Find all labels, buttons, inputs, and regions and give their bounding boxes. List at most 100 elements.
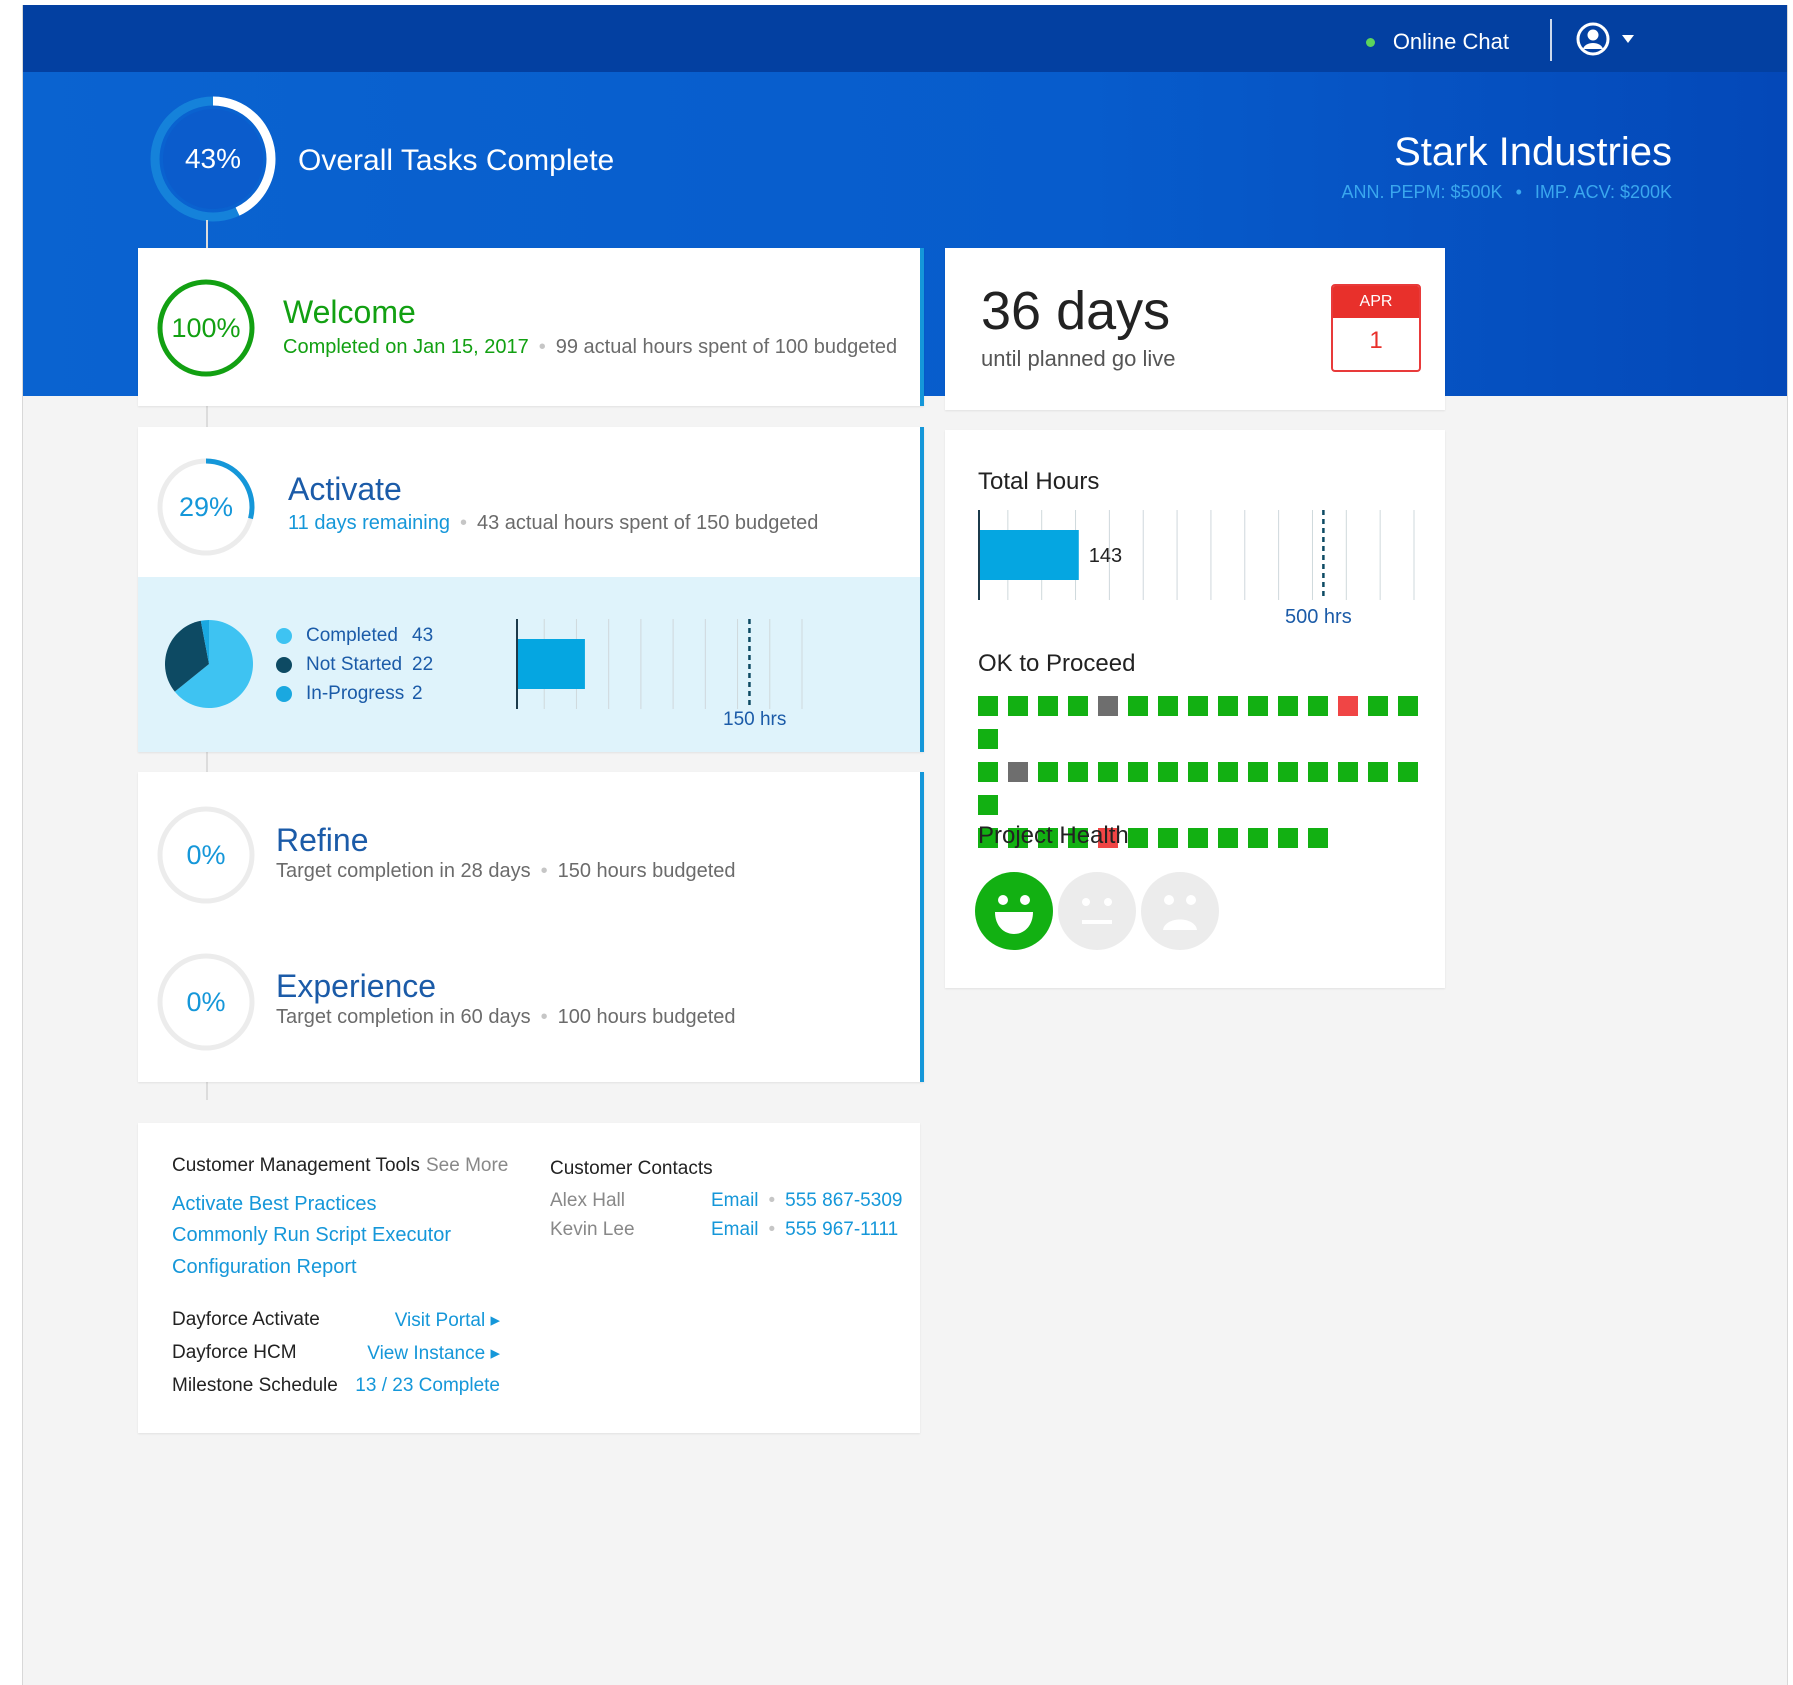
activate-title: Activate xyxy=(288,471,402,507)
tool-link-script-executor[interactable]: Commonly Run Script Executor xyxy=(172,1224,451,1247)
contact-phone-link[interactable]: 555 867-5309 xyxy=(785,1190,902,1211)
proceed-status-square[interactable] xyxy=(1218,762,1238,782)
legend-value: 22 xyxy=(412,653,434,675)
contact-actions: Email • 555 867-5309 xyxy=(711,1190,902,1212)
proceed-status-square[interactable] xyxy=(1338,762,1358,782)
proceed-status-square[interactable] xyxy=(1188,696,1208,716)
activate-breakdown-panel: Completed 43 Not Started 22 In-Progress … xyxy=(138,577,920,752)
proceed-status-square[interactable] xyxy=(1368,696,1388,716)
proceed-status-square[interactable] xyxy=(1338,696,1358,716)
project-health-title: Project Health xyxy=(978,822,1129,849)
sad-face-icon[interactable] xyxy=(1141,872,1219,950)
go-live-calendar-icon: APR 1 xyxy=(1331,284,1421,372)
company-meta-separator: • xyxy=(1515,182,1522,202)
proceed-status-square[interactable] xyxy=(1128,696,1148,716)
milestone-progress-link[interactable]: 13 / 23 Complete xyxy=(355,1375,500,1397)
proceed-status-square[interactable] xyxy=(1308,828,1328,848)
refine-percent: 0% xyxy=(186,839,226,870)
legend-value: 2 xyxy=(412,682,423,704)
overall-progress-ring: 43% xyxy=(148,94,278,224)
total-hours-budget-label: 500 hrs xyxy=(1285,606,1352,628)
proceed-status-square[interactable] xyxy=(1368,762,1388,782)
contacts-title: Customer Contacts xyxy=(550,1158,713,1179)
experience-title[interactable]: Experience xyxy=(276,968,436,1005)
proceed-status-square[interactable] xyxy=(1158,696,1178,716)
row-label-milestone-schedule: Milestone Schedule xyxy=(172,1375,338,1396)
proceed-status-square[interactable] xyxy=(1218,696,1238,716)
proceed-status-square[interactable] xyxy=(1398,696,1418,716)
tools-title: Customer Management Tools xyxy=(172,1155,420,1176)
proceed-status-square[interactable] xyxy=(1128,762,1148,782)
visit-portal-link[interactable]: Visit Portal ▸ xyxy=(395,1309,500,1332)
proceed-row xyxy=(978,696,1428,762)
proceed-status-square[interactable] xyxy=(1248,696,1268,716)
happy-face-icon[interactable] xyxy=(975,872,1053,950)
user-menu[interactable] xyxy=(1575,21,1635,57)
legend-swatch xyxy=(276,627,292,644)
user-avatar-icon xyxy=(1576,22,1610,56)
proceed-status-square[interactable] xyxy=(1038,762,1058,782)
proceed-status-square[interactable] xyxy=(1278,828,1298,848)
legend-swatch xyxy=(276,656,292,673)
overall-label: Overall Tasks Complete xyxy=(298,144,615,177)
proceed-status-square[interactable] xyxy=(1098,762,1118,782)
see-more-link[interactable]: See More xyxy=(426,1155,508,1177)
proceed-status-square[interactable] xyxy=(1278,762,1298,782)
experience-status: Target completion in 60 days xyxy=(276,1006,531,1028)
proceed-status-square[interactable] xyxy=(978,696,998,716)
proceed-status-square[interactable] xyxy=(978,762,998,782)
proceed-status-square[interactable] xyxy=(1068,696,1088,716)
proceed-status-square[interactable] xyxy=(1128,828,1148,848)
proceed-status-square[interactable] xyxy=(1068,762,1088,782)
proceed-status-square[interactable] xyxy=(978,729,998,749)
activate-status: 11 days remaining xyxy=(288,512,450,534)
contact-separator: • xyxy=(768,1219,776,1240)
contact-email-link[interactable]: Email xyxy=(711,1219,759,1240)
proceed-status-square[interactable] xyxy=(1248,762,1268,782)
proceed-status-square[interactable] xyxy=(1038,696,1058,716)
online-chat-button[interactable]: Online Chat xyxy=(1365,29,1509,55)
topbar-divider xyxy=(1550,19,1552,61)
proceed-status-square[interactable] xyxy=(1158,762,1178,782)
proceed-status-square[interactable] xyxy=(1008,696,1028,716)
proceed-status-square[interactable] xyxy=(1308,696,1328,716)
activate-percent: 29% xyxy=(178,491,234,522)
project-stats-card: Total Hours 143 500 hrs OK to Proceed Pr… xyxy=(945,430,1445,988)
legend-label: In-Progress xyxy=(306,682,405,704)
company-meta: ANN. PEPM: $500K • IMP. ACV: $200K xyxy=(1341,182,1672,203)
proceed-status-square[interactable] xyxy=(1248,828,1268,848)
online-chat-label: Online Chat xyxy=(1392,29,1509,54)
proceed-status-square[interactable] xyxy=(1098,696,1118,716)
neutral-face-icon[interactable] xyxy=(1058,872,1136,950)
refine-title[interactable]: Refine xyxy=(276,822,369,859)
proceed-status-square[interactable] xyxy=(978,795,998,815)
stage-card-activate[interactable]: 29% Activate 11 days remaining • 43 actual… xyxy=(138,427,924,752)
proceed-status-square[interactable] xyxy=(1188,828,1208,848)
hours-value-label: 143 xyxy=(1089,545,1122,567)
proceed-status-square[interactable] xyxy=(1308,762,1328,782)
contact-separator: • xyxy=(768,1190,776,1211)
go-live-subtitle: until planned go live xyxy=(981,346,1176,371)
activate-budget-label: 150 hrs xyxy=(723,709,787,730)
proceed-status-square[interactable] xyxy=(1278,696,1298,716)
refine-status: Target completion in 28 days xyxy=(276,860,531,882)
proceed-status-square[interactable] xyxy=(1158,828,1178,848)
contact-email-link[interactable]: Email xyxy=(711,1190,759,1211)
calendar-month: APR xyxy=(1333,286,1419,318)
chevron-down-icon xyxy=(1622,35,1634,43)
view-instance-link[interactable]: View Instance ▸ xyxy=(367,1342,500,1365)
proceed-status-square[interactable] xyxy=(1008,762,1028,782)
overall-percent: 43% xyxy=(184,143,242,174)
legend-swatch xyxy=(276,685,292,702)
proceed-status-square[interactable] xyxy=(1218,828,1238,848)
company-name: Stark Industries xyxy=(1394,130,1672,174)
refine-meta: Target completion in 28 days • 150 hours b… xyxy=(276,860,736,883)
proceed-status-square[interactable] xyxy=(1188,762,1208,782)
legend-item-completed: Completed 43 xyxy=(276,621,433,650)
hours-bar xyxy=(518,639,585,689)
stage-card-welcome[interactable]: 100% Welcome Completed on Jan 15, 2017 • 9… xyxy=(138,248,924,406)
tool-link-configuration-report[interactable]: Configuration Report xyxy=(172,1256,357,1279)
proceed-status-square[interactable] xyxy=(1398,762,1418,782)
contact-phone-link[interactable]: 555 967-1111 xyxy=(785,1219,898,1240)
tool-link-best-practices[interactable]: Activate Best Practices xyxy=(172,1193,377,1216)
